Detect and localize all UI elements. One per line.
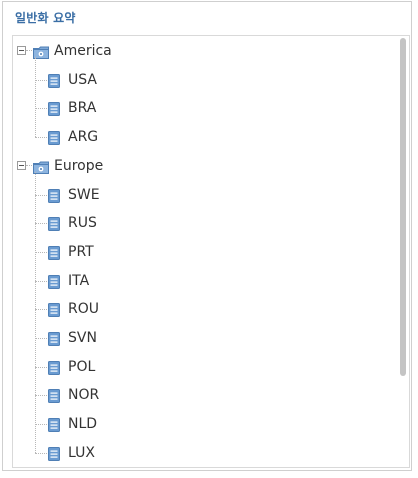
- tree-leaf-label: PRT: [68, 243, 94, 260]
- tree-leaf-label: SVN: [68, 330, 97, 346]
- summary-panel: 일반화 요약 America USA BRA ARG Europe SWE RUS PRT IT…: [2, 1, 412, 471]
- tree-leaf-bra[interactable]: BRA: [13, 94, 393, 122]
- tree-leaf-arg[interactable]: ARG: [13, 123, 393, 151]
- panel-title: 일반화 요약: [15, 11, 76, 25]
- folder-gear-icon: [33, 44, 49, 59]
- folder-gear-icon: [33, 159, 49, 174]
- tree-connector: [35, 395, 47, 397]
- tree-connector: [26, 164, 32, 166]
- document-icon: [48, 302, 60, 318]
- tree-connector: [35, 108, 47, 110]
- tree-leaf-label: POL: [68, 358, 96, 375]
- tree-connector: [35, 366, 47, 368]
- tree-leaf-ita[interactable]: ITA: [13, 267, 393, 295]
- tree-leaf-label: ARG: [68, 129, 99, 146]
- tree-connector: [35, 171, 36, 453]
- tree-leaf-label: LUX: [68, 444, 95, 461]
- tree-connector: [35, 424, 47, 426]
- tree-leaf-label: ITA: [68, 272, 90, 289]
- document-icon: [48, 73, 60, 88]
- document-icon: [48, 216, 60, 232]
- document-icon: [48, 446, 60, 461]
- tree-node-europe[interactable]: Europe: [13, 152, 393, 180]
- document-icon: [48, 101, 60, 117]
- tree-leaf-label: NOR: [68, 387, 100, 404]
- document-icon: [48, 388, 60, 404]
- tree-node-label: America: [54, 43, 112, 59]
- tree-node-america[interactable]: America: [13, 37, 393, 65]
- tree-leaf-label: ROU: [68, 301, 99, 318]
- document-icon: [48, 274, 60, 289]
- document-icon: [48, 331, 60, 346]
- tree-view[interactable]: America USA BRA ARG Europe SWE RUS PRT ITA ROU SVN…: [12, 35, 410, 468]
- tree-connector: [35, 452, 47, 454]
- tree-connector: [35, 57, 36, 138]
- tree-connector: [35, 223, 47, 225]
- tree-connector: [35, 338, 47, 339]
- collapse-toggle-icon[interactable]: [17, 160, 26, 170]
- tree-leaf-swe[interactable]: SWE: [13, 181, 393, 209]
- tree-leaf-prt[interactable]: PRT: [13, 238, 393, 266]
- tree-leaf-nor[interactable]: NOR: [13, 381, 393, 409]
- tree-leaf-label: SWE: [68, 186, 100, 203]
- tree-leaf-label: USA: [68, 71, 97, 88]
- tree-leaf-usa[interactable]: USA: [13, 66, 393, 94]
- tree-leaf-label: BRA: [68, 100, 97, 117]
- tree-leaf-nld[interactable]: NLD: [13, 410, 393, 438]
- document-icon: [48, 188, 60, 203]
- tree-connector: [35, 137, 47, 139]
- tree-node-label: Europe: [54, 157, 104, 174]
- tree-leaf-pol[interactable]: POL: [13, 353, 393, 381]
- tree-leaf-label: RUS: [68, 215, 97, 232]
- tree-content: America USA BRA ARG Europe SWE RUS PRT ITA ROU SVN…: [13, 36, 397, 467]
- tree-leaf-rou[interactable]: ROU: [13, 295, 393, 323]
- vertical-scrollbar[interactable]: [400, 38, 406, 376]
- document-icon: [48, 417, 60, 433]
- document-icon: [48, 245, 60, 260]
- tree-connector: [35, 79, 47, 81]
- tree-leaf-lux[interactable]: LUX: [13, 439, 393, 467]
- tree-connector: [35, 309, 47, 311]
- tree-leaf-svn[interactable]: SVN: [13, 324, 393, 352]
- tree-leaf-rus[interactable]: RUS: [13, 209, 393, 237]
- tree-connector: [35, 280, 47, 282]
- document-icon: [48, 130, 60, 146]
- tree-leaf-label: NLD: [68, 416, 98, 433]
- tree-connector: [35, 251, 47, 253]
- tree-connector: [26, 50, 32, 51]
- collapse-toggle-icon[interactable]: [17, 46, 26, 55]
- tree-connector: [35, 194, 47, 196]
- document-icon: [48, 360, 60, 375]
